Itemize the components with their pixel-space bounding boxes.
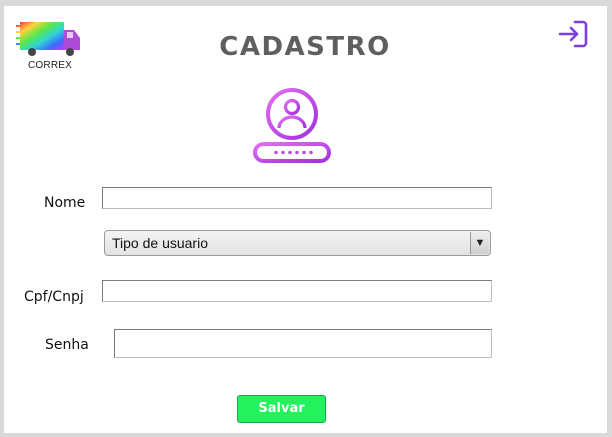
logo-text: CORREX (28, 60, 72, 71)
nome-input[interactable] (102, 187, 492, 209)
senha-label: Senha (45, 337, 89, 353)
senha-input[interactable] (114, 329, 492, 358)
cadastro-window: CORREX CADASTRO Nome Tipo de usuario ▼ C… (4, 6, 607, 433)
chevron-down-icon[interactable]: ▼ (470, 232, 489, 254)
truck-icon (16, 22, 80, 56)
exit-button[interactable] (557, 18, 589, 50)
page-title: CADASTRO (219, 32, 391, 62)
save-button[interactable]: Salvar (237, 395, 326, 423)
exit-icon (558, 20, 588, 48)
cpf-cnpj-input[interactable] (102, 280, 492, 302)
tipo-usuario-value: Tipo de usuario (112, 235, 208, 251)
correx-logo: CORREX (16, 16, 84, 78)
tipo-usuario-select[interactable]: Tipo de usuario ▼ (104, 230, 491, 256)
nome-label: Nome (44, 195, 86, 211)
cpf-cnpj-label: Cpf/Cnpj (24, 289, 84, 305)
user-password-icon (250, 86, 334, 170)
